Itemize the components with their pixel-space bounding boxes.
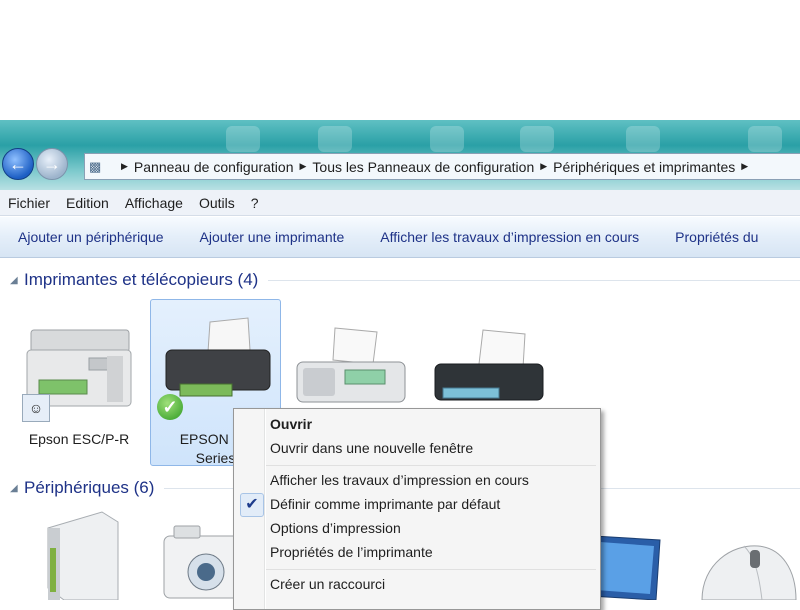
menu-view[interactable]: Affichage (117, 195, 191, 211)
aero-reflection (748, 126, 782, 152)
properties-button[interactable]: Propriétés du (657, 229, 776, 245)
breadcrumb-all-control-panel[interactable]: Tous les Panneaux de configuration (312, 159, 534, 175)
shared-users-icon: ☺ (22, 394, 50, 422)
aero-reflection (430, 126, 464, 152)
breadcrumb-devices-printers[interactable]: Périphériques et imprimantes (553, 159, 735, 175)
checkmark-icon: ✔ (240, 493, 264, 517)
aero-reflection (226, 126, 260, 152)
add-device-button[interactable]: Ajouter un périphérique (0, 229, 182, 245)
mouse-icon[interactable] (692, 540, 800, 600)
see-print-jobs-button[interactable]: Afficher les travaux d’impression en cou… (362, 229, 657, 245)
breadcrumb[interactable]: ▶ Panneau de configuration ▶ Tous les Pa… (115, 159, 754, 175)
printers-group-header[interactable]: ◢ Imprimantes et télécopieurs (4) (10, 270, 800, 290)
printers-group-title: Imprimantes et télécopieurs (4) (24, 270, 259, 289)
breadcrumb-control-panel[interactable]: Panneau de configuration (134, 159, 294, 175)
menu-file[interactable]: Fichier (0, 195, 58, 211)
aero-reflection (520, 126, 554, 152)
back-button[interactable]: ← (2, 148, 34, 180)
default-check-icon: ✓ (157, 394, 183, 420)
menu-help[interactable]: ? (243, 195, 267, 211)
device-label-line2: Series (195, 450, 236, 466)
external-drive-icon[interactable] (38, 508, 124, 600)
menu-item-see-print-jobs[interactable]: Afficher les travaux d’impression en cou… (270, 472, 529, 488)
chevron-right-icon[interactable]: ▶ (540, 161, 547, 172)
menu-separator (266, 569, 596, 570)
device-fax[interactable] (284, 324, 414, 414)
device-epson-escpr[interactable]: ☺ Epson ESC/P-R (14, 308, 144, 448)
context-menu: Ouvrir Ouvrir dans une nouvelle fenêtre … (233, 408, 601, 610)
collapse-icon[interactable]: ◢ (10, 275, 24, 286)
arrow-right-icon: → (43, 153, 61, 174)
chevron-right-icon[interactable]: ▶ (300, 161, 307, 172)
menu-item-create-shortcut[interactable]: Créer un raccourci (270, 576, 385, 592)
device-label: Epson ESC/P-R (28, 431, 130, 447)
device-printer[interactable] (424, 324, 554, 414)
menu-item-open[interactable]: Ouvrir (270, 416, 312, 432)
address-bar[interactable]: ▩ ▶ Panneau de configuration ▶ Tous les … (84, 153, 800, 180)
menu-edit[interactable]: Edition (58, 195, 117, 211)
chevron-right-icon[interactable]: ▶ (121, 161, 128, 172)
menu-separator (266, 465, 596, 466)
command-bar: Ajouter un périphérique Ajouter une impr… (0, 217, 800, 258)
menu-item-printer-properties[interactable]: Propriétés de l’imprimante (270, 544, 433, 560)
menu-bar: Fichier Edition Affichage Outils ? (0, 190, 800, 216)
group-divider (268, 279, 800, 281)
devices-group-title: Périphériques (6) (24, 478, 155, 497)
menu-item-print-options[interactable]: Options d’impression (270, 520, 401, 536)
collapse-icon[interactable]: ◢ (10, 483, 24, 494)
chevron-right-icon[interactable]: ▶ (741, 161, 748, 172)
forward-button[interactable]: → (36, 148, 68, 180)
menu-tools[interactable]: Outils (191, 195, 243, 211)
menu-item-set-default[interactable]: Définir comme imprimante par défaut (270, 496, 500, 512)
menu-gutter (264, 409, 266, 609)
menu-item-open-new-window[interactable]: Ouvrir dans une nouvelle fenêtre (270, 440, 473, 456)
fax-icon (296, 327, 406, 403)
arrow-left-icon: ← (9, 153, 27, 174)
aero-reflection (626, 126, 660, 152)
add-printer-button[interactable]: Ajouter une imprimante (182, 229, 363, 245)
printer-icon (434, 329, 544, 401)
control-panel-icon: ▩ (89, 158, 102, 174)
aero-reflection (318, 126, 352, 152)
